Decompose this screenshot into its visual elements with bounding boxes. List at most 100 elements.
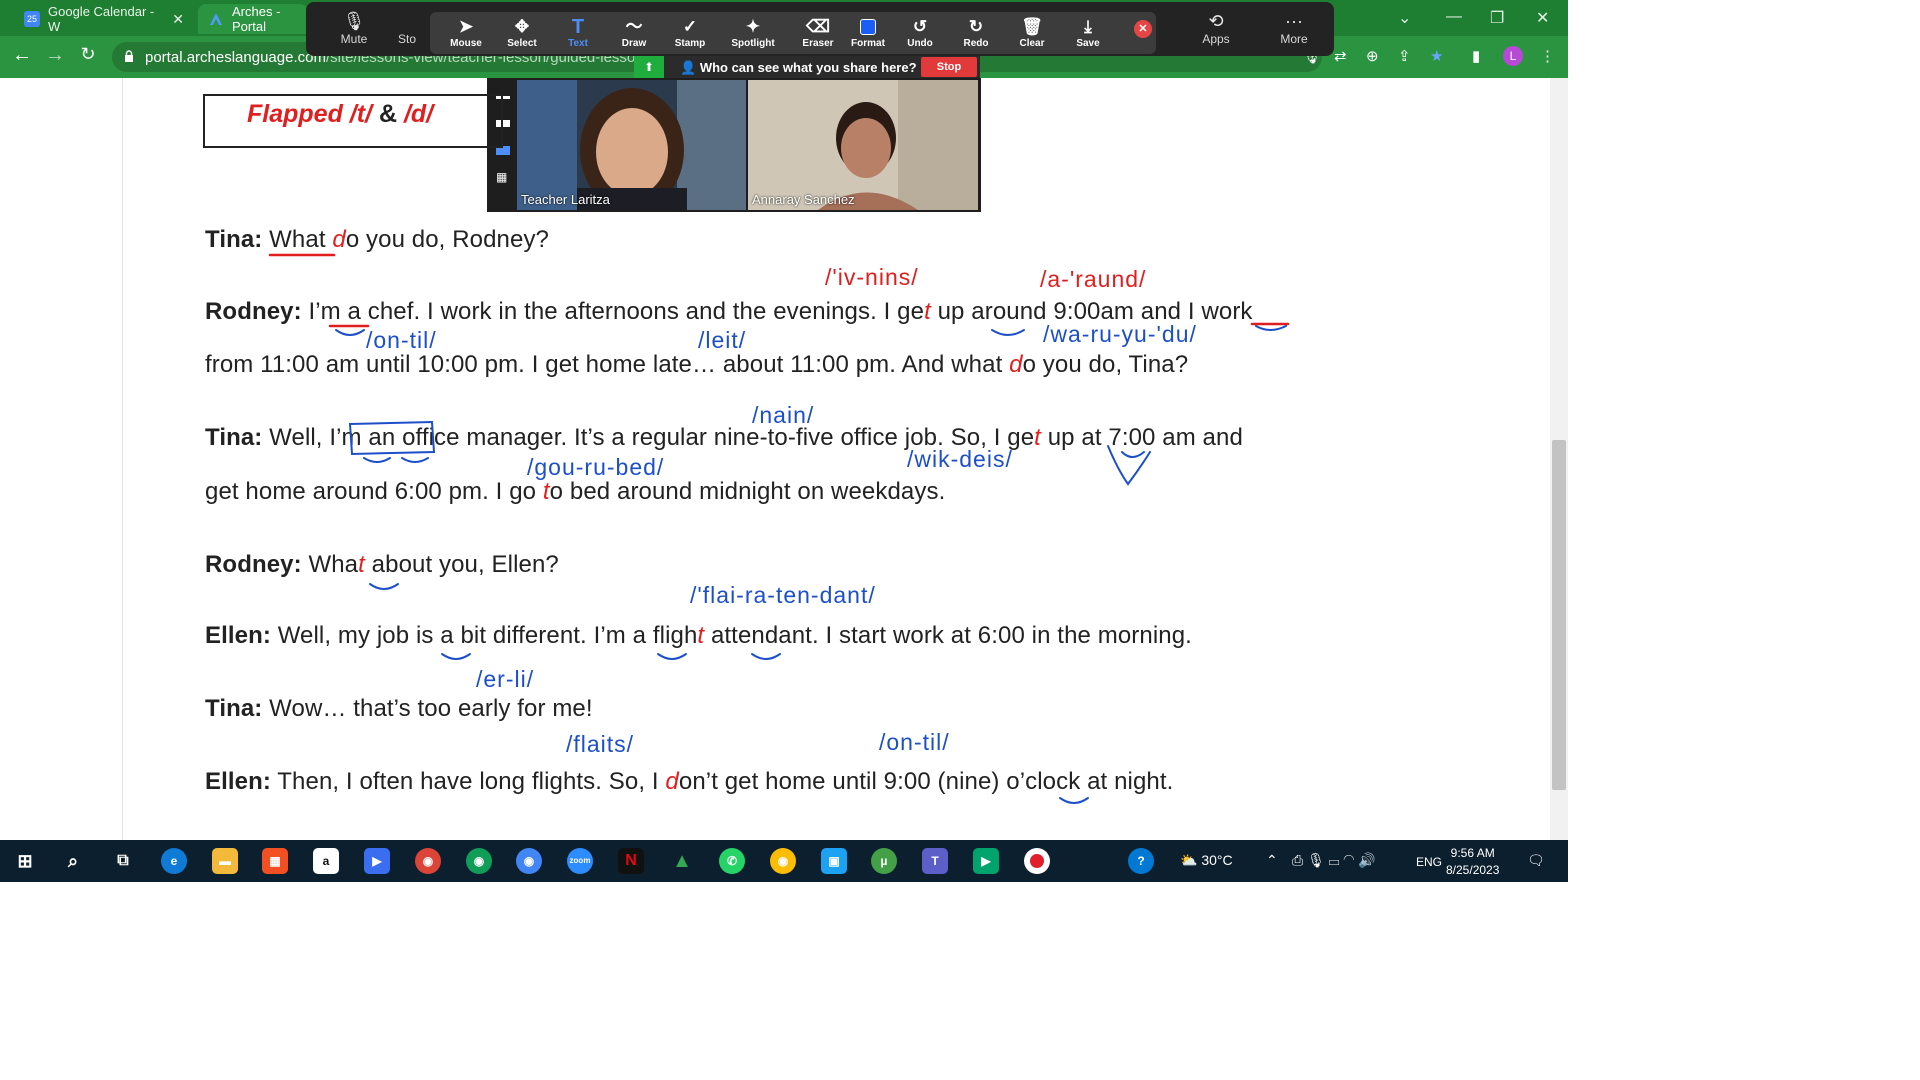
scrollbar-thumb[interactable] (1552, 440, 1566, 790)
weather-temp: 30°C (1201, 852, 1233, 868)
search-icon[interactable]: ⌕ (60, 848, 86, 874)
forward-icon[interactable]: → (43, 44, 67, 67)
eraser-icon: ⌫ (805, 17, 831, 36)
tab-arches-portal[interactable]: Arches - Portal (198, 4, 308, 34)
tray-icons[interactable]: ⎙ 🎙 ▭ ◠ 🔊 (1292, 852, 1376, 869)
store-icon[interactable]: ▦ (262, 848, 288, 874)
menu-kebab-icon[interactable]: ⋮ (1540, 47, 1555, 65)
back-icon[interactable]: ← (10, 44, 34, 67)
linking-arc (401, 457, 429, 463)
clock[interactable]: 9:56 AM 8/25/2023 (1446, 845, 1499, 879)
weather-widget[interactable]: ⛅ 30°C (1180, 852, 1233, 869)
color-swatch-icon (840, 16, 896, 38)
meet-icon[interactable]: ▶ (973, 848, 999, 874)
tool-mouse[interactable]: ➤ Mouse (438, 16, 494, 49)
video-tile-student[interactable]: Annaray Sanchez (748, 80, 978, 210)
gallery-view-icon[interactable]: ▦ (496, 171, 510, 184)
tab-google-calendar[interactable]: 25 Google Calendar - W ✕ (14, 4, 194, 34)
title-ampersand: & (378, 100, 398, 128)
chevron-down-icon[interactable]: ⌄ (1398, 8, 1411, 28)
utorrent-icon[interactable]: µ (871, 848, 897, 874)
close-annotation-icon[interactable]: ✕ (1134, 20, 1152, 38)
annotation-toolbar: ➤ Mouse ✥ Select T Text 〜 Draw ✓ Stamp ✦ Spotl… (430, 12, 1156, 54)
flap-letter: d (332, 226, 346, 253)
arches-logo-icon (208, 11, 224, 27)
sharing-indicator-icon[interactable]: ⬆ (634, 56, 664, 78)
restore-icon[interactable]: ❐ (1490, 8, 1504, 28)
tool-format[interactable]: Format (840, 16, 896, 49)
tool-stamp[interactable]: ✓ Stamp (662, 16, 718, 49)
dialogue-line: Tina: Well, I’m an office manager. It’s … (205, 424, 1243, 452)
speaker-name: Tina: (205, 424, 263, 451)
tool-undo[interactable]: ↺ Undo (892, 16, 948, 49)
move-arrows-icon: ✥ (514, 17, 530, 36)
side-panel-icon[interactable]: ▮ (1472, 47, 1480, 65)
video-icon (390, 10, 424, 32)
zoom-app-icon[interactable]: zoom (567, 848, 593, 874)
netflix-icon[interactable]: N (618, 848, 644, 874)
tab-label: Google Calendar - W (48, 4, 155, 34)
zoom-in-icon[interactable]: ⊕ (1366, 47, 1379, 65)
file-explorer-icon[interactable]: ▬ (212, 848, 238, 874)
tool-label: Draw (621, 38, 647, 49)
profile-avatar[interactable]: L (1503, 46, 1523, 66)
share-notice[interactable]: 👤 Who can see what you share here? (680, 60, 917, 76)
tray-expand-icon[interactable]: ⌃ (1266, 852, 1278, 869)
checkmark-icon: ✓ (682, 17, 698, 36)
line-text: on’t get home until 9:00 (nine) o’clock … (678, 768, 1174, 795)
share-icon[interactable]: ⇪ (1398, 47, 1411, 65)
tool-text[interactable]: T Text (550, 16, 606, 49)
mute-button[interactable]: 🎙 Mute (324, 10, 384, 46)
tool-spotlight[interactable]: ✦ Spotlight (725, 16, 781, 49)
tool-redo[interactable]: ↻ Redo (948, 16, 1004, 49)
edge-browser-icon[interactable]: e (161, 848, 187, 874)
app-icon[interactable]: ▣ (821, 848, 847, 874)
translate-icon[interactable]: ⇄ (1334, 47, 1347, 65)
stop-video-button[interactable]: Sto (390, 10, 424, 46)
stop-label: Sto (397, 32, 416, 46)
more-label: More (1280, 32, 1308, 46)
flap-letter: d (665, 768, 679, 795)
whatsapp-icon[interactable]: ✆ (719, 848, 745, 874)
chrome-profile-icon[interactable]: ◉ (516, 848, 542, 874)
chrome-icon[interactable]: ◉ (415, 848, 441, 874)
tool-select[interactable]: ✥ Select (494, 16, 550, 49)
help-icon[interactable]: ? (1128, 848, 1154, 874)
minimize-icon[interactable]: — (1446, 8, 1462, 26)
tool-clear[interactable]: 🗑 Clear (1004, 16, 1060, 49)
app-icon[interactable]: ▶ (364, 848, 390, 874)
teams-icon[interactable]: T (922, 848, 948, 874)
tool-save[interactable]: ⤓ Save (1060, 16, 1116, 49)
close-icon[interactable]: ✕ (172, 11, 184, 28)
linking-arc (991, 329, 1025, 336)
windows-start-icon[interactable]: ⊞ (12, 848, 38, 874)
task-view-icon[interactable]: ⧉ (110, 848, 136, 874)
tool-eraser[interactable]: ⌫ Eraser (790, 16, 846, 49)
apps-button[interactable]: ⟲ Apps (1186, 10, 1246, 46)
line-text: from 11:00 am until 10:00 pm. I get home… (205, 351, 1010, 378)
line-text: attendant. I start work at 6:00 in the m… (704, 622, 1192, 649)
tab-label: Arches - Portal (232, 4, 281, 34)
ipa-annotation: /on-til/ (366, 327, 437, 353)
stop-share-button[interactable]: Stop Share (921, 57, 977, 93)
close-window-icon[interactable]: ✕ (1536, 8, 1549, 28)
language-indicator[interactable]: ENG (1416, 855, 1442, 869)
google-drive-icon[interactable]: ▲ (669, 848, 695, 874)
tool-draw[interactable]: 〜 Draw (606, 16, 662, 49)
chrome-profile-icon[interactable]: ◉ (466, 848, 492, 874)
ipa-annotation: /flaits/ (566, 731, 635, 757)
more-button[interactable]: ··· More (1264, 10, 1324, 46)
bookmark-star-icon[interactable]: ★ (1430, 47, 1443, 65)
amazon-icon[interactable]: a (313, 848, 339, 874)
squiggle-icon: 〜 (625, 17, 643, 36)
reload-icon[interactable]: ↻ (76, 44, 100, 65)
tool-label: Format (851, 38, 885, 49)
notification-icon[interactable]: 🗨 (1527, 852, 1545, 869)
line-text: Well, my job is a bit different. I’m a f… (270, 622, 698, 649)
undo-icon: ↺ (912, 17, 928, 36)
record-icon[interactable] (1024, 848, 1050, 874)
ipa-annotation: /a-'raund/ (1040, 266, 1147, 292)
chrome-canary-icon[interactable]: ◉ (770, 848, 796, 874)
linking-arc (369, 583, 399, 590)
video-tile-teacher[interactable]: Teacher Laritza (517, 80, 746, 210)
